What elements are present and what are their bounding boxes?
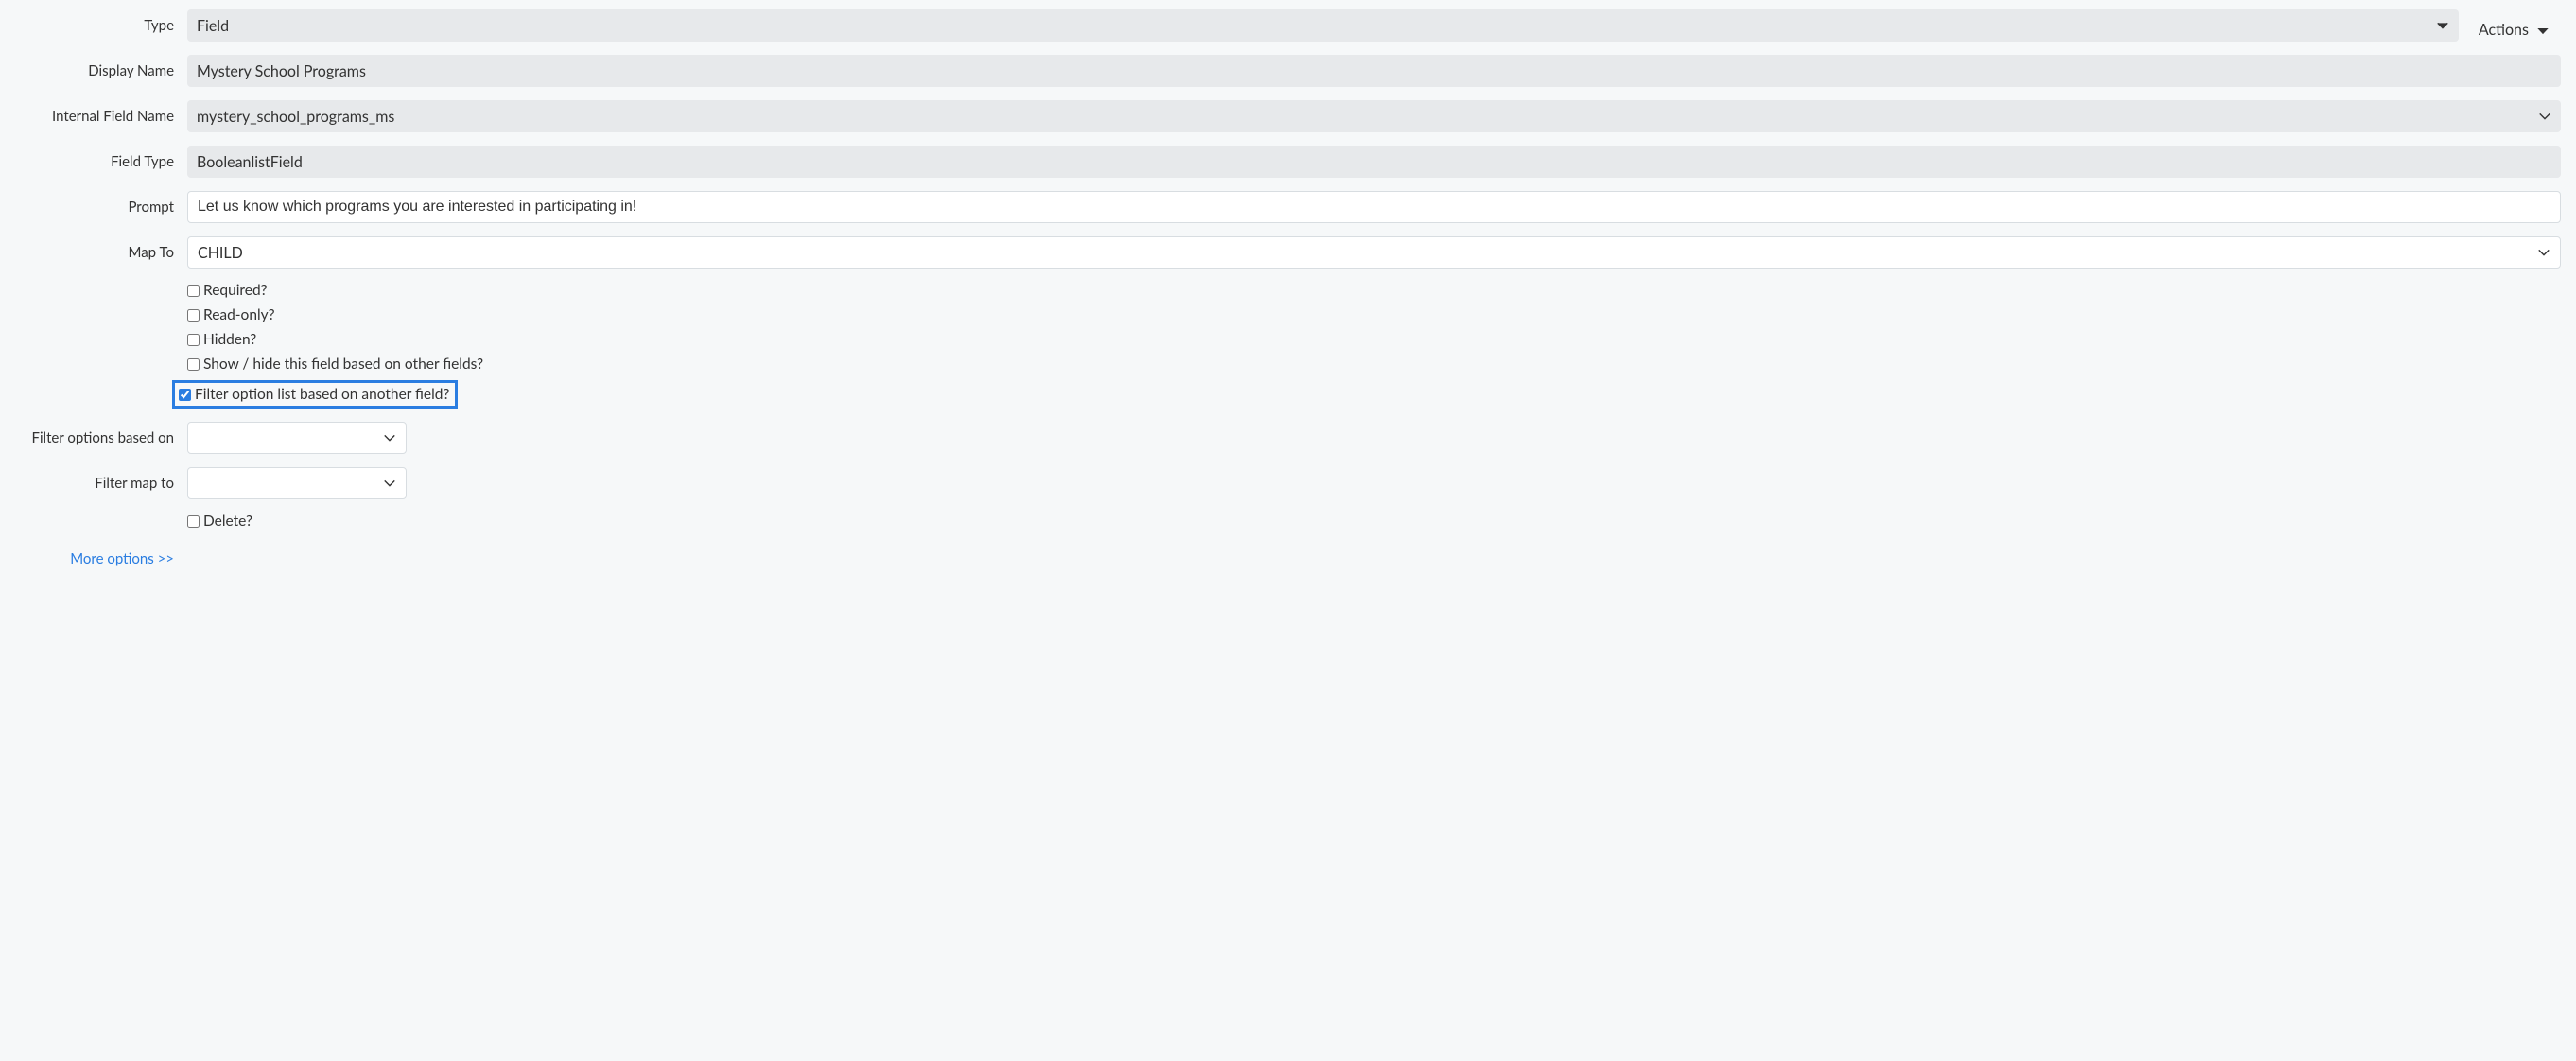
show-hide-label: Show / hide this field based on other fi… (203, 356, 483, 373)
actions-label: Actions (2479, 21, 2529, 39)
chevron-down-icon (2536, 25, 2550, 38)
display-name-field[interactable]: Mystery School Programs (187, 55, 2561, 87)
actions-menu[interactable]: Actions (2479, 21, 2550, 39)
filter-map-to-select[interactable] (187, 467, 407, 499)
label-display-name: Display Name (15, 62, 187, 79)
delete-label: Delete? (203, 513, 252, 530)
internal-field-name-value: mystery_school_programs_ms (197, 108, 394, 126)
label-filter-map-to: Filter map to (15, 475, 187, 492)
hidden-checkbox[interactable] (187, 334, 200, 346)
filter-option-highlight: Filter option list based on another fiel… (172, 380, 458, 409)
label-map-to: Map To (15, 244, 187, 261)
hidden-label: Hidden? (203, 331, 256, 348)
chevron-down-icon (2538, 110, 2551, 123)
prompt-input[interactable] (187, 191, 2561, 223)
chevron-down-icon (383, 477, 396, 490)
filter-option-checkbox[interactable] (179, 389, 191, 401)
map-to-select[interactable]: CHILD (187, 236, 2561, 269)
internal-field-name-select[interactable]: mystery_school_programs_ms (187, 100, 2561, 132)
filter-options-select[interactable] (187, 422, 407, 454)
label-internal-field-name: Internal Field Name (15, 108, 187, 125)
field-type-value: BooleanlistField (197, 153, 303, 171)
required-label: Required? (203, 282, 268, 299)
label-prompt: Prompt (15, 199, 187, 216)
type-value: Field (197, 17, 229, 35)
label-filter-options-based-on: Filter options based on (15, 429, 187, 446)
required-checkbox[interactable] (187, 285, 200, 297)
type-select[interactable]: Field (187, 9, 2459, 42)
read-only-label: Read-only? (203, 306, 275, 323)
show-hide-checkbox[interactable] (187, 358, 200, 371)
label-type: Type (15, 17, 187, 34)
delete-checkbox[interactable] (187, 515, 200, 528)
display-name-value: Mystery School Programs (197, 62, 366, 80)
field-type-field: BooleanlistField (187, 146, 2561, 178)
read-only-checkbox[interactable] (187, 309, 200, 322)
label-field-type: Field Type (15, 153, 187, 170)
filter-option-label: Filter option list based on another fiel… (195, 386, 449, 403)
chevron-down-icon (2436, 19, 2449, 32)
chevron-down-icon (383, 431, 396, 444)
more-options-link[interactable]: More options >> (70, 550, 174, 567)
chevron-down-icon (2537, 246, 2550, 259)
map-to-value: CHILD (198, 244, 243, 262)
